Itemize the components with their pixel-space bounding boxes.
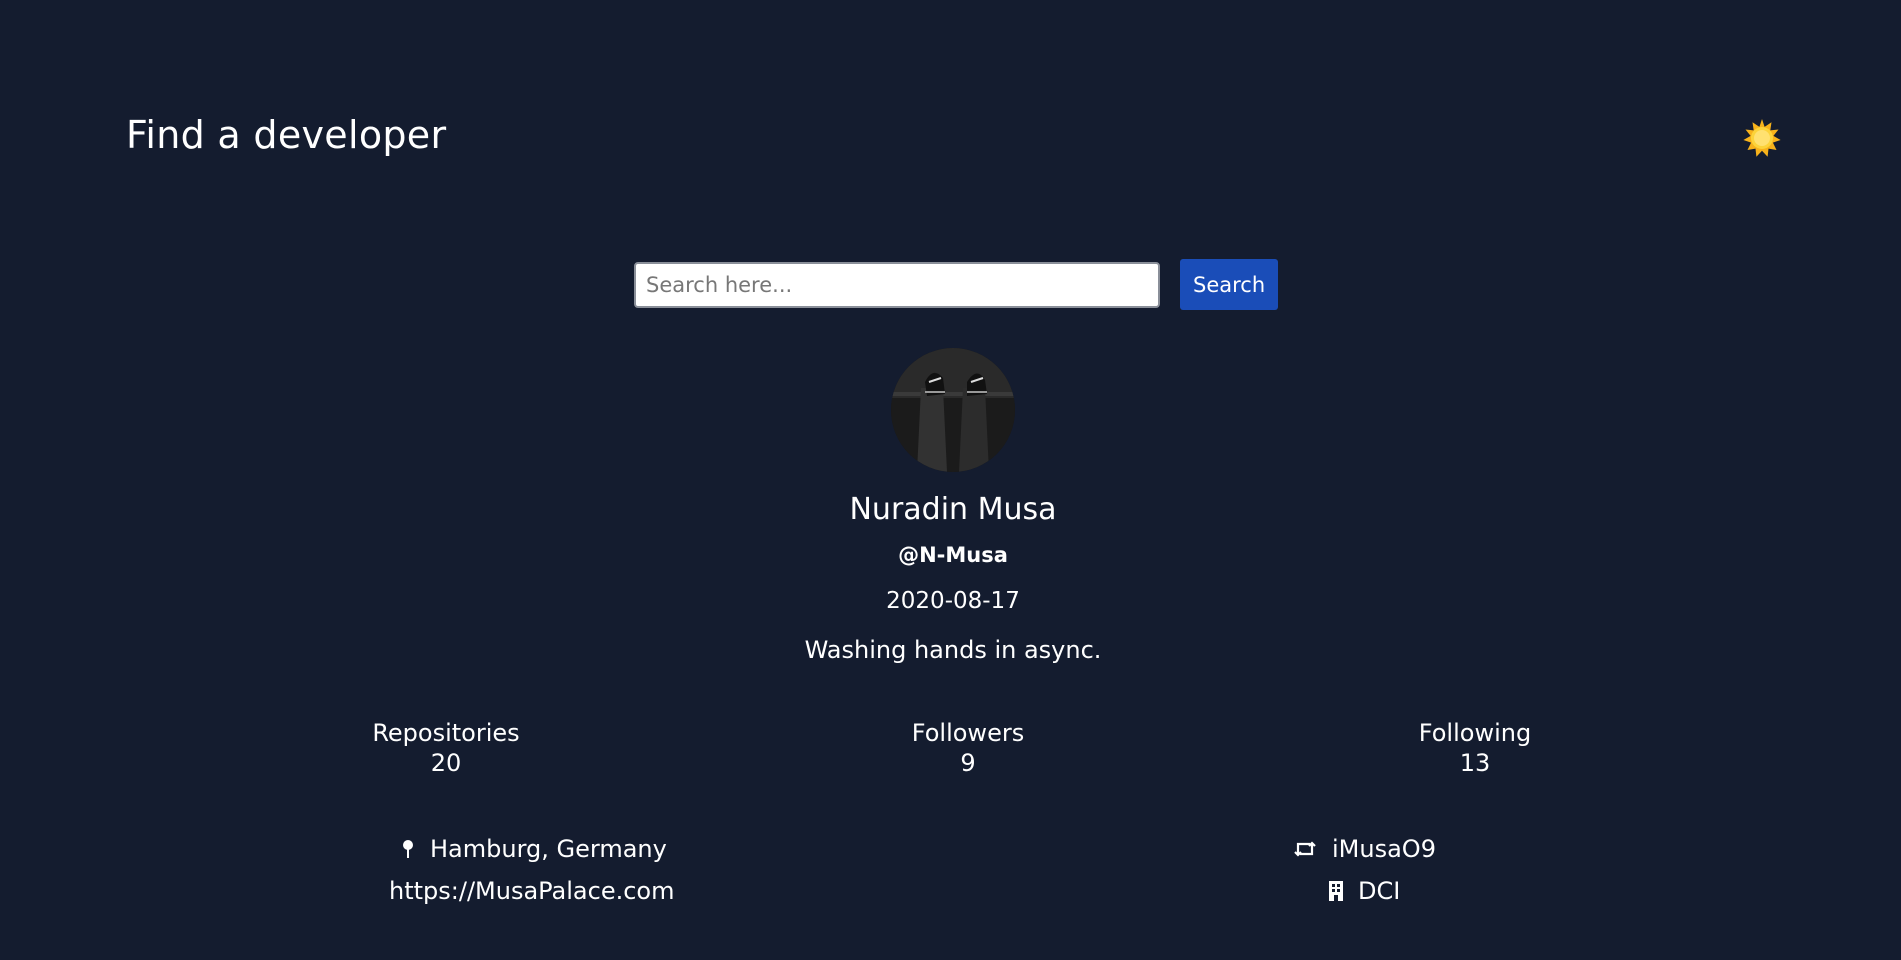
search-input[interactable]	[634, 261, 1160, 308]
info-twitter-text: iMusaO9	[1332, 835, 1436, 863]
info-twitter: iMusaO9	[1292, 834, 1436, 864]
page-title: Find a developer	[126, 113, 447, 157]
app: Find a developer Search here... Search N…	[0, 0, 1901, 960]
stat-following-label: Following	[1418, 719, 1532, 747]
stat-repositories-value: 20	[430, 749, 462, 777]
blog-link[interactable]: https://MusaPalace.com	[389, 876, 674, 906]
search-button[interactable]: Search	[1180, 259, 1279, 310]
building-icon	[1326, 879, 1346, 903]
pin-icon	[398, 837, 418, 861]
info-blog: https://MusaPalace.com	[389, 876, 674, 906]
info-company: DCI	[1326, 876, 1400, 906]
profile-login: @N-Musa	[898, 543, 1008, 567]
stat-following: Following 13	[1355, 718, 1595, 778]
profile-bio: Washing hands in async.	[804, 636, 1102, 664]
stat-following-value: 13	[1459, 749, 1491, 777]
profile-name: Nuradin Musa	[849, 492, 1057, 527]
info-company-text: DCI	[1358, 877, 1401, 905]
stat-followers-label: Followers	[911, 719, 1025, 747]
profile-joined-date: 2020-08-17	[886, 588, 1020, 614]
retweet-icon	[1292, 837, 1318, 861]
profile-card: Nuradin Musa @N-Musa 2020-08-17 Washing …	[0, 348, 1901, 666]
stat-repositories: Repositories 20	[326, 718, 566, 778]
search-form: Search	[634, 259, 1279, 310]
sun-icon	[1743, 119, 1781, 157]
avatar-image	[891, 348, 1015, 472]
stat-followers-value: 9	[960, 749, 976, 777]
theme-toggle[interactable]	[1740, 116, 1784, 160]
avatar	[891, 348, 1015, 472]
stat-followers: Followers 9	[848, 718, 1088, 778]
stat-repositories-label: Repositories	[372, 719, 520, 747]
info-location-text: Hamburg, Germany	[430, 835, 667, 863]
info-location: Hamburg, Germany	[398, 834, 667, 864]
